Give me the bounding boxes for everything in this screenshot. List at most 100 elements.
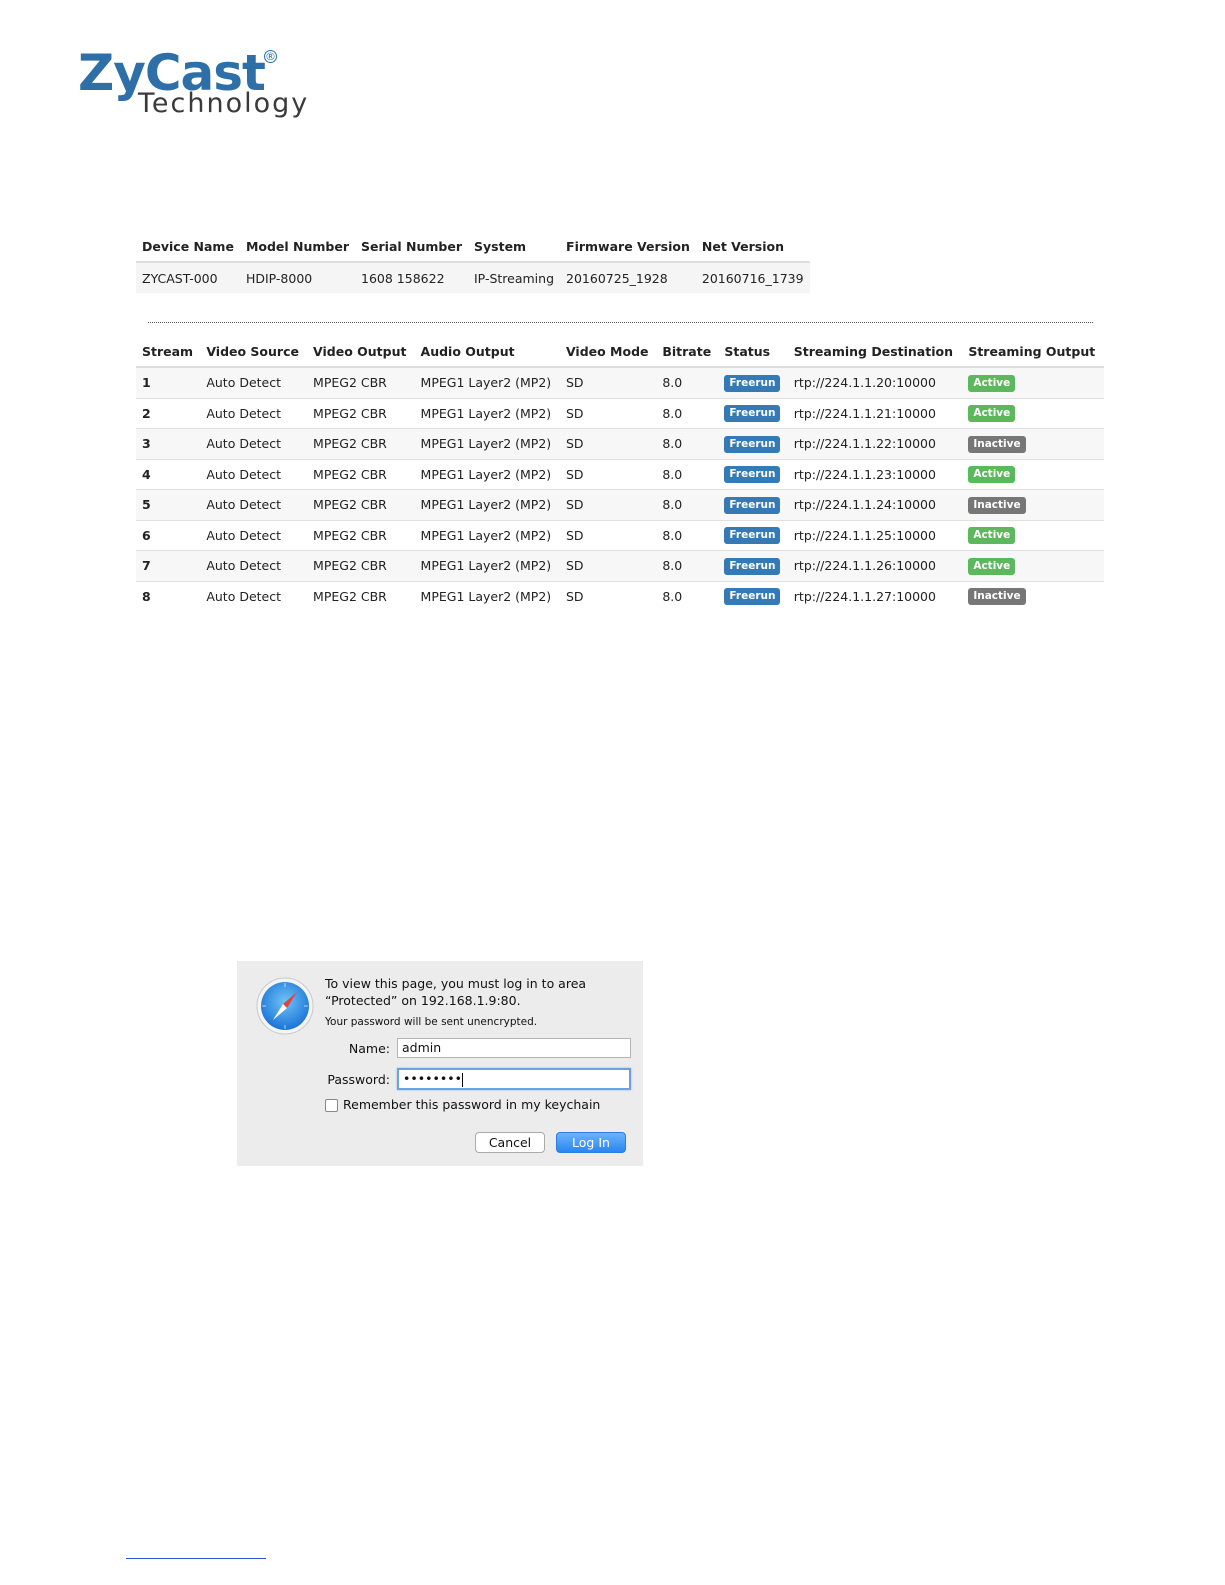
log-in-button[interactable]: Log In <box>556 1132 626 1153</box>
stream-number-cell: 4 <box>136 458 201 490</box>
video-output-cell: MPEG2 CBR <box>307 550 415 581</box>
video-source-cell: Auto Detect <box>200 397 308 429</box>
video-mode-cell: SD <box>559 366 657 398</box>
streaming-output-badge: Active <box>968 557 1016 575</box>
status-badge: Freerun <box>724 588 781 606</box>
stream-row: 7 Auto Detect MPEG2 CBR MPEG1 Layer2 (MP2) S… <box>136 550 1104 581</box>
audio-output-cell: MPEG1 Layer2 (MP2) <box>414 458 560 490</box>
dotted-divider <box>148 322 1093 323</box>
col-streaming-output: Streaming Output <box>962 336 1104 368</box>
streaming-output-badge: Inactive <box>968 588 1026 606</box>
device-name-value: ZYCAST-000 <box>136 262 240 293</box>
col-firmware-version: Firmware Version <box>560 232 696 263</box>
streaming-output-cell: Inactive <box>962 428 1104 459</box>
streaming-destination-cell: rtp://224.1.1.24:10000 <box>787 489 963 520</box>
col-model-number: Model Number <box>239 232 356 263</box>
streaming-output-cell: Active <box>962 458 1104 490</box>
stream-number-cell: 1 <box>136 366 201 398</box>
device-info-row: ZYCAST-000 HDIP-8000 1608 158622 IP-Stre… <box>136 262 810 293</box>
status-cell: Freerun <box>718 550 788 581</box>
streaming-destination-cell: rtp://224.1.1.22:10000 <box>787 428 963 459</box>
logo-subtitle: Technology <box>138 88 310 119</box>
stream-row: 4 Auto Detect MPEG2 CBR MPEG1 Layer2 (MP2) S… <box>136 458 1104 490</box>
name-input[interactable]: admin <box>397 1038 631 1058</box>
video-mode-cell: SD <box>559 519 657 551</box>
audio-output-cell: MPEG1 Layer2 (MP2) <box>414 550 560 581</box>
streaming-output-cell: Active <box>962 366 1104 398</box>
bitrate-cell: 8.0 <box>656 519 719 551</box>
streaming-output-cell: Inactive <box>962 580 1104 611</box>
video-output-cell: MPEG2 CBR <box>307 519 415 551</box>
audio-output-cell: MPEG1 Layer2 (MP2) <box>414 366 560 398</box>
streaming-destination-cell: rtp://224.1.1.20:10000 <box>787 366 963 398</box>
status-cell: Freerun <box>718 458 788 490</box>
bitrate-cell: 8.0 <box>656 550 719 581</box>
registered-mark: ® <box>264 50 277 63</box>
stream-number-cell: 6 <box>136 519 201 551</box>
status-badge: Freerun <box>724 527 781 545</box>
status-badge: Freerun <box>724 374 781 392</box>
streams-table: Stream Video Source Video Output Audio O… <box>136 336 1104 611</box>
serial-number-value: 1608 158622 <box>355 262 468 293</box>
status-cell: Freerun <box>718 397 788 429</box>
bitrate-cell: 8.0 <box>656 397 719 429</box>
remember-label[interactable]: Remember this password in my keychain <box>343 1097 600 1112</box>
video-mode-cell: SD <box>559 550 657 581</box>
streaming-output-cell: Active <box>962 550 1104 581</box>
system-value: IP-Streaming <box>468 262 561 293</box>
col-net-version: Net Version <box>695 232 810 263</box>
device-info-header-row: Device Name Model Number Serial Number S… <box>136 232 810 263</box>
streaming-destination-cell: rtp://224.1.1.26:10000 <box>787 550 963 581</box>
video-source-cell: Auto Detect <box>200 428 308 459</box>
stream-row: 6 Auto Detect MPEG2 CBR MPEG1 Layer2 (MP2) S… <box>136 519 1104 551</box>
stream-number-cell: 8 <box>136 580 201 611</box>
status-badge: Freerun <box>724 466 781 484</box>
col-streaming-destination: Streaming Destination <box>787 336 963 368</box>
cancel-button[interactable]: Cancel <box>475 1132 545 1153</box>
safari-compass-icon <box>256 977 314 1035</box>
video-output-cell: MPEG2 CBR <box>307 489 415 520</box>
stream-row: 3 Auto Detect MPEG2 CBR MPEG1 Layer2 (MP2) S… <box>136 428 1104 459</box>
password-input[interactable]: •••••••• <box>397 1068 631 1090</box>
bitrate-cell: 8.0 <box>656 580 719 611</box>
col-stream: Stream <box>136 336 201 368</box>
stream-number-cell: 7 <box>136 550 201 581</box>
streaming-destination-cell: rtp://224.1.1.21:10000 <box>787 397 963 429</box>
video-mode-cell: SD <box>559 458 657 490</box>
video-mode-cell: SD <box>559 489 657 520</box>
status-badge: Freerun <box>724 435 781 453</box>
login-message: To view this page, you must log in to ar… <box>325 975 625 1009</box>
streaming-output-cell: Active <box>962 519 1104 551</box>
unencrypted-warning: Your password will be sent unencrypted. <box>325 1016 538 1028</box>
col-video-output: Video Output <box>307 336 415 368</box>
zycast-logo: ZyCast ® Technology <box>78 46 318 126</box>
stream-row: 1 Auto Detect MPEG2 CBR MPEG1 Layer2 (MP2) S… <box>136 366 1104 398</box>
login-message-line1: To view this page, you must log in to ar… <box>325 976 587 991</box>
video-output-cell: MPEG2 CBR <box>307 397 415 429</box>
audio-output-cell: MPEG1 Layer2 (MP2) <box>414 580 560 611</box>
status-cell: Freerun <box>718 519 788 551</box>
video-source-cell: Auto Detect <box>200 519 308 551</box>
status-badge: Freerun <box>724 496 781 514</box>
video-mode-cell: SD <box>559 580 657 611</box>
status-cell: Freerun <box>718 428 788 459</box>
col-video-source: Video Source <box>200 336 308 368</box>
streaming-output-badge: Active <box>968 527 1016 545</box>
streaming-output-cell: Inactive <box>962 489 1104 520</box>
stream-number-cell: 5 <box>136 489 201 520</box>
video-source-cell: Auto Detect <box>200 458 308 490</box>
remember-checkbox[interactable] <box>325 1099 338 1112</box>
status-badge: Freerun <box>724 557 781 575</box>
stream-row: 2 Auto Detect MPEG2 CBR MPEG1 Layer2 (MP2) S… <box>136 397 1104 429</box>
video-source-cell: Auto Detect <box>200 489 308 520</box>
streaming-output-badge: Active <box>968 405 1016 423</box>
streaming-destination-cell: rtp://224.1.1.25:10000 <box>787 519 963 551</box>
audio-output-cell: MPEG1 Layer2 (MP2) <box>414 519 560 551</box>
text-caret <box>461 1072 463 1087</box>
status-cell: Freerun <box>718 489 788 520</box>
audio-output-cell: MPEG1 Layer2 (MP2) <box>414 397 560 429</box>
col-system: System <box>468 232 561 263</box>
login-dialog: To view this page, you must log in to ar… <box>237 961 643 1166</box>
col-audio-output: Audio Output <box>414 336 560 368</box>
video-output-cell: MPEG2 CBR <box>307 458 415 490</box>
